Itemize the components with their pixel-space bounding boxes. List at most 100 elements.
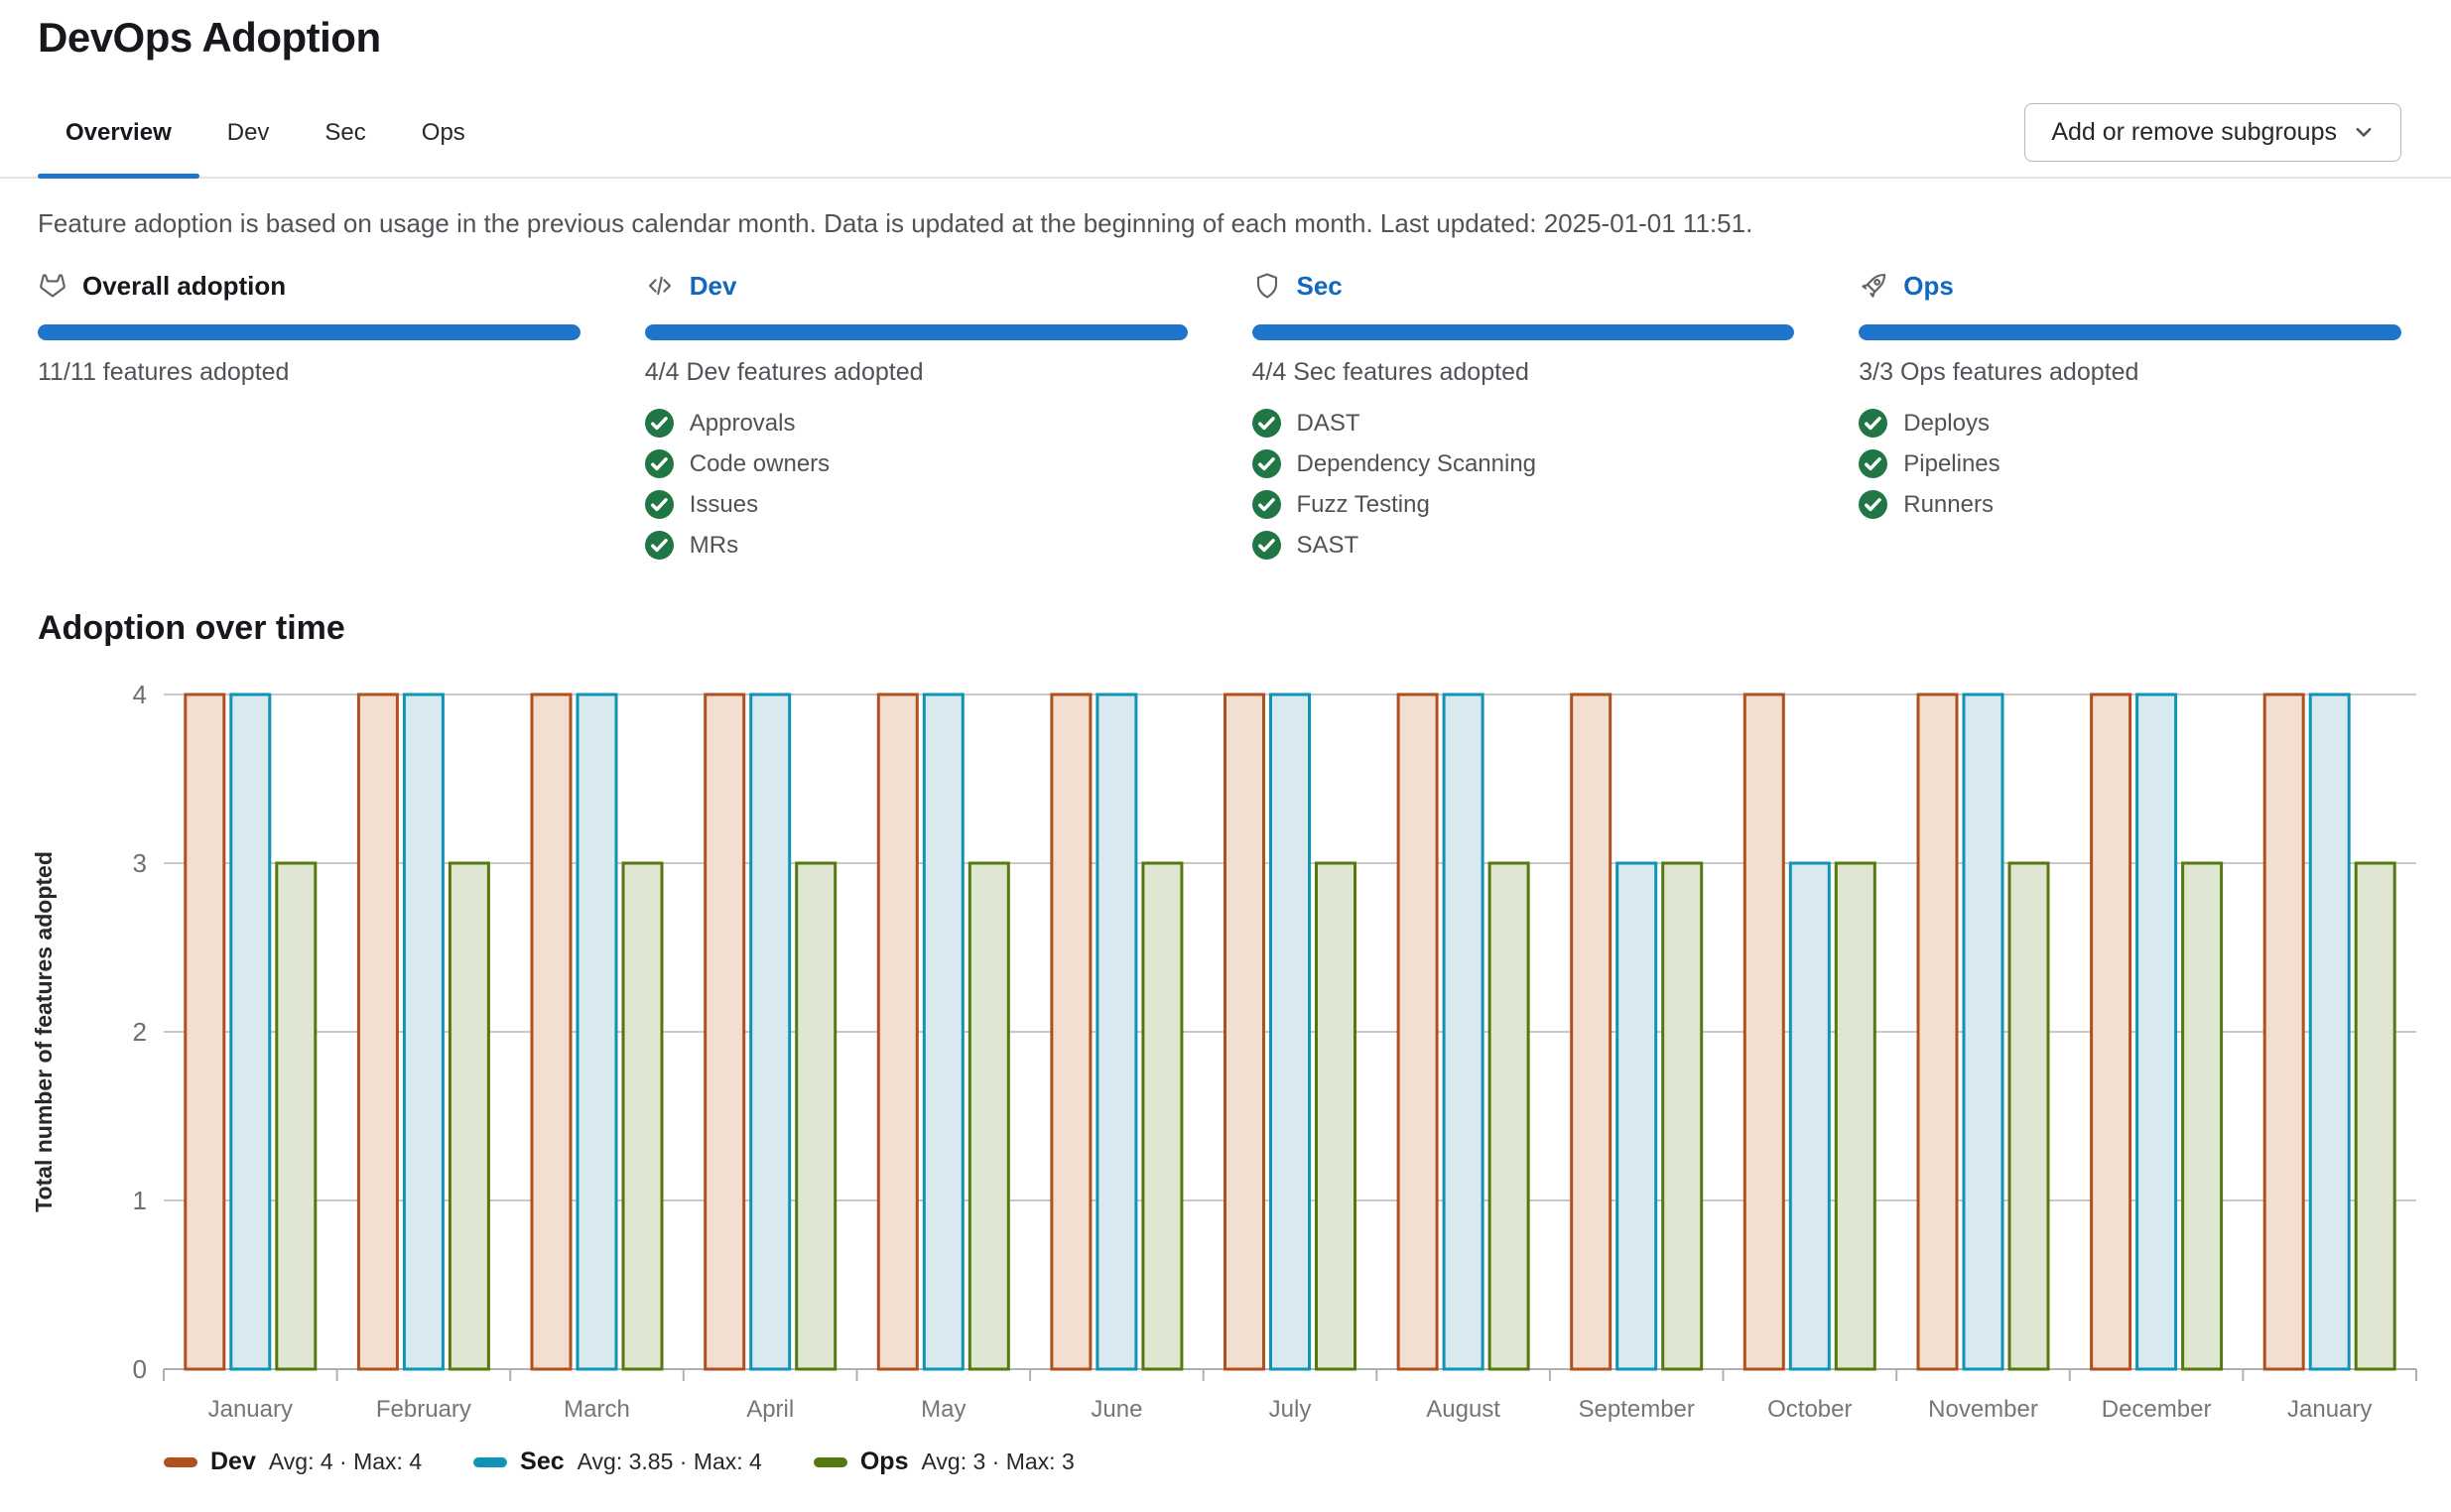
legend-item-dev[interactable]: Dev Avg: 4 · Max: 4: [164, 1448, 422, 1476]
tab-dev[interactable]: Dev: [199, 99, 298, 177]
code-icon: [645, 271, 675, 301]
y-axis-tick-label: 4: [133, 680, 147, 709]
chart-legend: Dev Avg: 4 · Max: 4 Sec Avg: 3.85 · Max:…: [164, 1448, 2451, 1476]
x-axis-label: December: [2102, 1396, 2212, 1423]
check-circle-icon: [1859, 409, 1887, 438]
bar-ops-7[interactable]: [1489, 863, 1528, 1369]
bar-sec-11[interactable]: [2137, 694, 2176, 1369]
add-remove-subgroups-button[interactable]: Add or remove subgroups: [2024, 103, 2401, 162]
bar-dev-2[interactable]: [532, 694, 571, 1369]
dev-feature-list: ApprovalsCode ownersIssuesMRs: [645, 403, 1188, 566]
bar-dev-11[interactable]: [2092, 694, 2130, 1369]
card-ops: Ops 3/3 Ops features adopted Deploys Pipe…: [1859, 269, 2401, 566]
adoption-over-time-chart: 01234Total number of features adoptedJan…: [0, 652, 2451, 1446]
ops-summary: 3/3 Ops features adopted: [1859, 358, 2401, 387]
x-axis-label: January: [2287, 1396, 2372, 1423]
overall-progress-bar: [38, 324, 580, 340]
y-axis-tick-label: 0: [133, 1354, 147, 1384]
bar-dev-9[interactable]: [1744, 694, 1783, 1369]
feature-label: Runners: [1903, 491, 1994, 519]
legend-item-ops[interactable]: Ops Avg: 3 · Max: 3: [814, 1448, 1075, 1476]
feature-item: Deploys: [1859, 403, 2401, 443]
card-dev: Dev 4/4 Dev features adopted Approvals Co…: [645, 269, 1188, 566]
bar-ops-0[interactable]: [277, 863, 316, 1369]
bar-dev-0[interactable]: [186, 694, 224, 1369]
feature-item: Dependency Scanning: [1252, 443, 1795, 484]
bar-sec-2[interactable]: [578, 694, 616, 1369]
feature-item: Fuzz Testing: [1252, 484, 1795, 525]
bar-ops-5[interactable]: [1143, 863, 1182, 1369]
y-axis-tick-label: 3: [133, 848, 147, 878]
x-axis-label: February: [376, 1396, 471, 1423]
sec-progress-bar: [1252, 324, 1795, 340]
bar-sec-0[interactable]: [231, 694, 270, 1369]
tabs-nav: Overview Dev Sec Ops: [38, 99, 493, 177]
dev-legend-stats: Avg: 4 · Max: 4: [269, 1449, 422, 1475]
bar-dev-3[interactable]: [706, 694, 744, 1369]
bar-dev-6[interactable]: [1226, 694, 1264, 1369]
rocket-icon: [1859, 271, 1888, 301]
legend-item-sec[interactable]: Sec Avg: 3.85 · Max: 4: [473, 1448, 762, 1476]
bar-sec-3[interactable]: [751, 694, 790, 1369]
x-axis-label: September: [1578, 1396, 1694, 1423]
bar-ops-2[interactable]: [623, 863, 662, 1369]
bar-sec-9[interactable]: [1790, 863, 1829, 1369]
bar-sec-6[interactable]: [1271, 694, 1310, 1369]
dev-summary: 4/4 Dev features adopted: [645, 358, 1188, 387]
sec-summary: 4/4 Sec features adopted: [1252, 358, 1795, 387]
bar-ops-10[interactable]: [2009, 863, 2048, 1369]
x-axis-label: April: [746, 1396, 794, 1423]
feature-item: MRs: [645, 525, 1188, 566]
bar-dev-1[interactable]: [358, 694, 397, 1369]
update-note: Feature adoption is based on usage in th…: [38, 208, 2413, 239]
bar-ops-3[interactable]: [797, 863, 836, 1369]
bar-sec-1[interactable]: [404, 694, 443, 1369]
bar-sec-12[interactable]: [2310, 694, 2349, 1369]
feature-label: Pipelines: [1903, 450, 2000, 478]
adoption-cards: Overall adoption 11/11 features adopted …: [38, 269, 2401, 566]
bar-sec-10[interactable]: [1964, 694, 2002, 1369]
bar-dev-8[interactable]: [1572, 694, 1611, 1369]
feature-label: MRs: [690, 532, 738, 560]
feature-item: DAST: [1252, 403, 1795, 443]
bar-sec-8[interactable]: [1617, 863, 1656, 1369]
feature-label: Dependency Scanning: [1297, 450, 1537, 478]
x-axis-label: August: [1426, 1396, 1500, 1423]
card-title-sec-link[interactable]: Sec: [1297, 271, 1343, 302]
feature-label: Code owners: [690, 450, 830, 478]
card-title-overall: Overall adoption: [82, 271, 286, 302]
tab-overview[interactable]: Overview: [38, 99, 199, 177]
bar-ops-11[interactable]: [2183, 863, 2222, 1369]
bar-ops-12[interactable]: [2356, 863, 2394, 1369]
bar-ops-8[interactable]: [1663, 863, 1702, 1369]
ops-legend-swatch: [814, 1457, 847, 1467]
bar-sec-5[interactable]: [1097, 694, 1136, 1369]
feature-item: Approvals: [645, 403, 1188, 443]
dev-progress-bar: [645, 324, 1188, 340]
tab-ops[interactable]: Ops: [394, 99, 493, 177]
bar-ops-1[interactable]: [450, 863, 488, 1369]
bar-ops-9[interactable]: [1836, 863, 1874, 1369]
bar-dev-5[interactable]: [1052, 694, 1091, 1369]
tab-sec[interactable]: Sec: [297, 99, 393, 177]
card-overall-adoption: Overall adoption 11/11 features adopted: [38, 269, 580, 566]
card-title-dev-link[interactable]: Dev: [690, 271, 737, 302]
card-title-ops-link[interactable]: Ops: [1903, 271, 1954, 302]
dev-legend-label: Dev: [210, 1448, 256, 1476]
bar-dev-4[interactable]: [878, 694, 917, 1369]
bar-dev-12[interactable]: [2264, 694, 2303, 1369]
feature-item: Code owners: [645, 443, 1188, 484]
bar-sec-4[interactable]: [924, 694, 963, 1369]
card-sec: Sec 4/4 Sec features adopted DAST Depende…: [1252, 269, 1795, 566]
x-axis-label: October: [1767, 1396, 1852, 1423]
bar-ops-6[interactable]: [1317, 863, 1355, 1369]
bar-dev-7[interactable]: [1398, 694, 1437, 1369]
feature-label: Deploys: [1903, 410, 1990, 438]
bar-sec-7[interactable]: [1444, 694, 1483, 1369]
bar-dev-10[interactable]: [1918, 694, 1957, 1369]
bar-ops-4[interactable]: [969, 863, 1008, 1369]
add-remove-subgroups-label: Add or remove subgroups: [2051, 118, 2337, 147]
check-circle-icon: [1252, 409, 1281, 438]
y-axis-tick-label: 2: [133, 1017, 147, 1047]
check-circle-icon: [1252, 490, 1281, 519]
